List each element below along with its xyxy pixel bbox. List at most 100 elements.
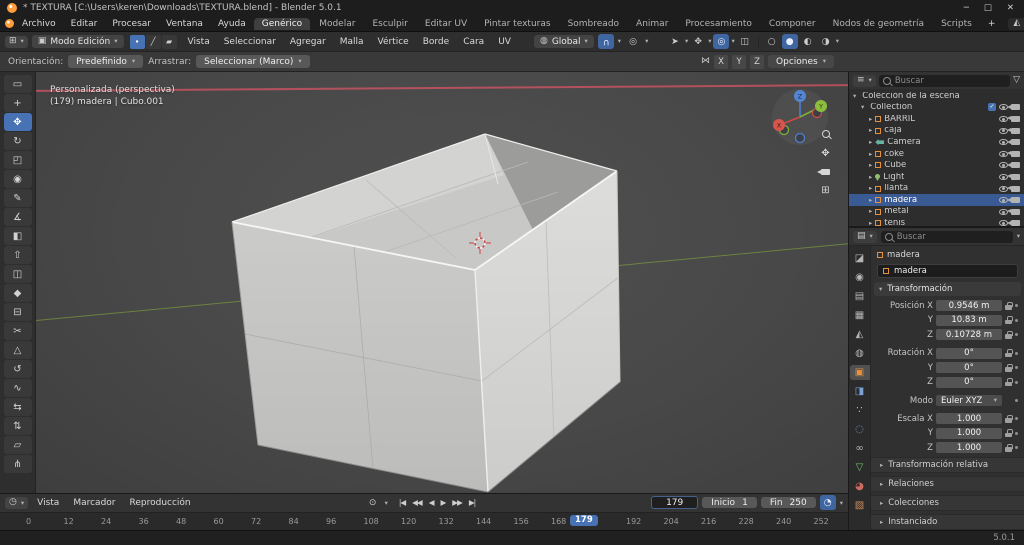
- animate-dot-icon[interactable]: [1015, 304, 1018, 308]
- proportional-options-icon[interactable]: ▾: [645, 38, 648, 45]
- menubar-menu[interactable]: Ventana: [159, 19, 210, 29]
- outliner-item-cube[interactable]: ▸ Cube: [849, 160, 1024, 172]
- outliner-item-metal[interactable]: ▸ metal: [849, 206, 1024, 218]
- viewport-menu[interactable]: Seleccionar: [219, 37, 281, 47]
- chevron-down-icon[interactable]: ▾: [731, 38, 734, 45]
- shading-material-button[interactable]: ◐: [800, 34, 816, 49]
- properties-tab-texture[interactable]: ▨: [850, 498, 870, 513]
- tool-shear[interactable]: ▱: [3, 436, 32, 454]
- disable-render-icon[interactable]: [1007, 104, 1020, 111]
- properties-tab-object-data[interactable]: ▽: [850, 460, 870, 475]
- outliner-item-coke[interactable]: ▸ coke: [849, 148, 1024, 160]
- mesh-object-box[interactable]: [36, 72, 848, 493]
- disable-render-icon[interactable]: [1007, 197, 1020, 204]
- tool-inset-faces[interactable]: ◫: [3, 265, 32, 283]
- tool-loop-cut[interactable]: ⊟: [3, 303, 32, 321]
- orthographic-toggle-icon[interactable]: ⊞: [821, 185, 829, 196]
- play-button[interactable]: ▶: [437, 498, 448, 507]
- tool-select-box[interactable]: ▭: [3, 75, 32, 93]
- chevron-right-icon[interactable]: ▸: [869, 208, 872, 215]
- value-field[interactable]: 1.000 ▾: [936, 442, 1002, 454]
- gizmo-z-negative[interactable]: [794, 132, 806, 144]
- properties-tab-physics[interactable]: ◌: [850, 422, 870, 437]
- next-keyframe-button[interactable]: ▶▶: [449, 498, 465, 507]
- viewport-menu[interactable]: Agregar: [285, 37, 331, 47]
- properties-filter-icon[interactable]: ▾: [1017, 233, 1020, 240]
- menubar-menu[interactable]: Editar: [64, 19, 105, 29]
- viewport-menu[interactable]: Malla: [335, 37, 369, 47]
- value-field[interactable]: Euler XYZ ▾: [936, 395, 1002, 406]
- value-field[interactable]: 0.9546 m ▾: [936, 300, 1002, 312]
- tool-rip-region[interactable]: ⋔: [3, 455, 32, 473]
- properties-tab-world[interactable]: ◍: [850, 346, 870, 361]
- auto-keying-button[interactable]: ⊙: [365, 495, 381, 510]
- properties-tab-particles[interactable]: ∵: [850, 403, 870, 418]
- play-reverse-button[interactable]: ◀: [426, 498, 437, 507]
- value-field[interactable]: 1.000 ▾: [936, 413, 1002, 425]
- workspace-tab[interactable]: Genérico: [253, 17, 311, 30]
- options-dropdown[interactable]: Opciones ▾: [768, 55, 834, 68]
- disable-render-icon[interactable]: [1007, 173, 1020, 180]
- outliner-search-input[interactable]: Buscar: [878, 74, 1011, 87]
- prev-keyframe-button[interactable]: ◀◀: [409, 498, 425, 507]
- disable-render-icon[interactable]: [1007, 220, 1020, 226]
- outliner-item-camera[interactable]: ▸ Camera: [849, 136, 1024, 148]
- animate-dot-icon[interactable]: [1015, 318, 1018, 322]
- chevron-right-icon[interactable]: ▸: [869, 139, 872, 146]
- animate-dot-icon[interactable]: [1015, 417, 1018, 421]
- disable-render-icon[interactable]: [1007, 162, 1020, 169]
- chevron-right-icon[interactable]: ▸: [869, 185, 872, 192]
- properties-tab-constraints[interactable]: ∞: [850, 441, 870, 456]
- timeline-menu[interactable]: Vista: [32, 498, 64, 508]
- chevron-right-icon[interactable]: ▸: [869, 150, 872, 158]
- mirror-axis-button[interactable]: Y: [732, 54, 747, 69]
- animate-dot-icon[interactable]: [1015, 351, 1018, 355]
- properties-tab-output[interactable]: ▤: [850, 289, 870, 304]
- workspace-tab[interactable]: Pintar texturas: [476, 18, 558, 30]
- shading-wireframe-button[interactable]: ○: [764, 34, 780, 49]
- pan-icon[interactable]: ✥: [821, 148, 829, 159]
- mirror-axis-button[interactable]: X: [714, 54, 729, 69]
- object-visibility-icon[interactable]: ➤: [667, 34, 683, 49]
- orientation-preset-dropdown[interactable]: Predefinido ▾: [68, 55, 144, 68]
- show-gizmo-icon[interactable]: ✥: [690, 34, 706, 49]
- properties-tab-render[interactable]: ◉: [850, 270, 870, 285]
- blender-menu-icon[interactable]: [5, 19, 14, 28]
- add-workspace-button[interactable]: +: [981, 19, 1003, 29]
- tool-edge-slide[interactable]: ⇆: [3, 398, 32, 416]
- drag-mode-dropdown[interactable]: Seleccionar (Marco) ▾: [196, 55, 310, 68]
- chevron-right-icon[interactable]: ▸: [869, 127, 872, 134]
- tool-annotate[interactable]: ✎: [3, 189, 32, 207]
- disable-render-icon[interactable]: [1007, 208, 1020, 215]
- camera-view-icon[interactable]: [817, 169, 830, 175]
- viewport-3d[interactable]: Personalizada (perspectiva) (179) madera…: [36, 72, 848, 493]
- chevron-down-icon[interactable]: ▾: [861, 104, 864, 111]
- lock-icon[interactable]: [1005, 378, 1013, 387]
- workspace-tab[interactable]: Nodos de geometría: [825, 18, 932, 30]
- tool-scale[interactable]: ◰: [3, 151, 32, 169]
- filter-icon[interactable]: ▽: [1013, 76, 1020, 85]
- current-frame-field[interactable]: 179: [651, 496, 699, 510]
- outliner-item-caja[interactable]: ▸ caja: [849, 125, 1024, 137]
- tool-rotate[interactable]: ↻: [3, 132, 32, 150]
- object-name-field[interactable]: madera: [877, 263, 1018, 278]
- outliner-item-madera[interactable]: ▸ madera: [849, 194, 1024, 206]
- lock-icon[interactable]: [1005, 443, 1013, 452]
- outliner-item-light[interactable]: ▸ Light: [849, 171, 1024, 183]
- tool-transform[interactable]: ◉: [3, 170, 32, 188]
- properties-editor-type-button[interactable]: ▤ ▾: [853, 230, 877, 243]
- viewport-menu[interactable]: Vértice: [372, 37, 413, 47]
- snap-options-icon[interactable]: ▾: [618, 38, 621, 45]
- outliner-item-tenis[interactable]: ▸ tenis: [849, 218, 1024, 226]
- value-field[interactable]: 0° ▾: [936, 347, 1002, 359]
- chevron-right-icon[interactable]: ▸: [869, 174, 872, 181]
- disable-render-icon[interactable]: [1007, 139, 1020, 146]
- collapsed-section[interactable]: ▸ Transformación relativa: [871, 456, 1024, 473]
- minimize-button[interactable]: ─: [964, 3, 969, 13]
- animate-dot-icon[interactable]: [1015, 380, 1018, 384]
- sync-options-icon[interactable]: ▾: [840, 499, 843, 507]
- lock-icon[interactable]: [1005, 330, 1013, 339]
- tool-bevel[interactable]: ◆: [3, 284, 32, 302]
- workspace-tab[interactable]: Editar UV: [417, 18, 475, 30]
- editor-type-button[interactable]: ⊞ ▾: [5, 35, 28, 48]
